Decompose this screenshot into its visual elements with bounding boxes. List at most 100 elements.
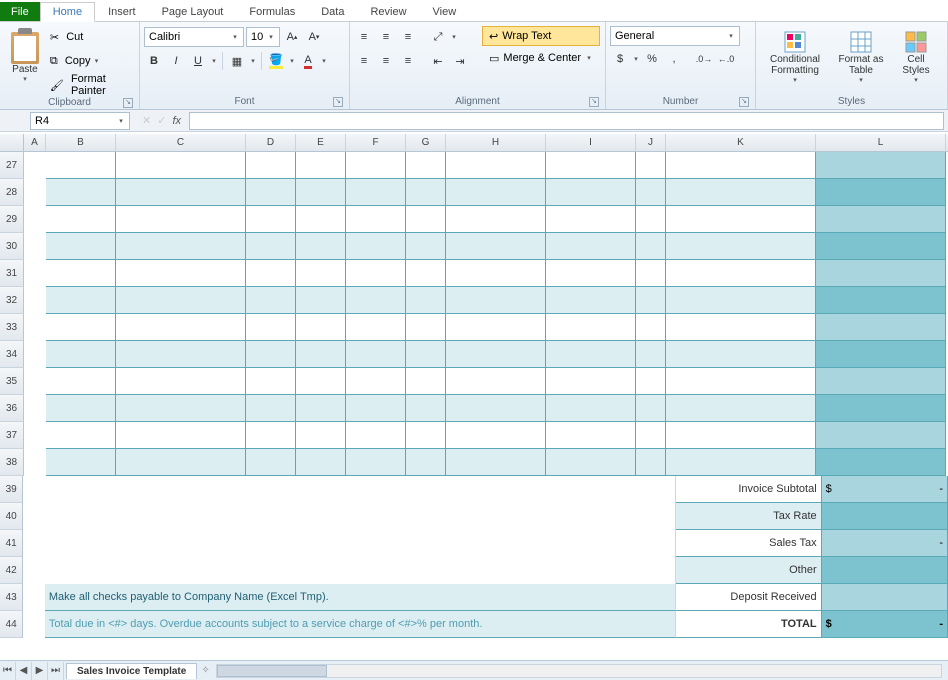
amount-cell[interactable] [816,341,946,368]
table-cell[interactable] [406,152,446,179]
table-cell[interactable] [346,287,406,314]
table-cell[interactable] [46,368,116,395]
row-header[interactable]: 39 [0,476,23,503]
table-cell[interactable] [666,341,816,368]
table-cell[interactable] [246,314,296,341]
table-cell[interactable] [666,179,816,206]
align-center-button[interactable]: ≡ [376,51,396,71]
cell[interactable] [24,368,46,395]
row-header[interactable]: 32 [0,287,24,314]
row-header[interactable]: 29 [0,206,24,233]
invoice-note[interactable]: Total due in <#> days. Overdue accounts … [45,611,647,638]
summary-label-sales_tax[interactable]: Sales Tax [676,530,822,557]
table-cell[interactable] [546,341,636,368]
table-cell[interactable] [636,341,666,368]
row-header[interactable]: 28 [0,179,24,206]
row-header[interactable]: 42 [0,557,23,584]
table-cell[interactable] [116,152,246,179]
clipboard-launcher[interactable]: ↘ [123,98,133,108]
decrease-decimal-button[interactable]: ←.0 [716,49,736,69]
table-cell[interactable] [246,179,296,206]
cell[interactable] [647,530,676,557]
row-header[interactable]: 37 [0,422,24,449]
amount-cell[interactable] [816,395,946,422]
summary-label-subtotal[interactable]: Invoice Subtotal [676,476,822,503]
spreadsheet-grid[interactable]: ABCDEFGHIJKL 27282930313233343536373839I… [0,134,948,660]
table-cell[interactable] [296,422,346,449]
table-cell[interactable] [246,341,296,368]
wrap-text-button[interactable]: ↩Wrap Text [482,26,600,46]
table-cell[interactable] [636,233,666,260]
column-header-B[interactable]: B [46,134,116,151]
cell[interactable] [24,422,46,449]
summary-label-tax_rate[interactable]: Tax Rate [676,503,822,530]
cell[interactable] [647,476,676,503]
amount-cell[interactable] [816,314,946,341]
table-cell[interactable] [116,395,246,422]
table-cell[interactable] [246,152,296,179]
table-cell[interactable] [446,422,546,449]
cell[interactable] [24,260,46,287]
sheet-nav-next[interactable]: ▶ [32,662,48,680]
cell[interactable] [24,341,46,368]
table-cell[interactable] [666,395,816,422]
paste-button[interactable]: Paste ▾ [4,24,46,90]
number-launcher[interactable]: ↘ [739,97,749,107]
table-cell[interactable] [296,314,346,341]
cell[interactable] [24,395,46,422]
table-cell[interactable] [246,233,296,260]
table-cell[interactable] [296,260,346,287]
table-cell[interactable] [406,341,446,368]
formula-input[interactable] [189,112,944,130]
summary-value-subtotal[interactable]: $- [822,476,948,503]
table-cell[interactable] [296,233,346,260]
table-cell[interactable] [546,368,636,395]
column-header-J[interactable]: J [636,134,666,151]
table-cell[interactable] [246,422,296,449]
column-header-C[interactable]: C [116,134,246,151]
cell[interactable] [23,584,45,611]
table-cell[interactable] [546,179,636,206]
table-cell[interactable] [296,368,346,395]
table-cell[interactable] [546,287,636,314]
table-cell[interactable] [406,206,446,233]
column-header-L[interactable]: L [816,134,946,151]
increase-indent-button[interactable]: ⇥ [450,51,470,71]
table-cell[interactable] [296,395,346,422]
table-cell[interactable] [46,179,116,206]
cell[interactable] [647,611,676,638]
table-cell[interactable] [296,449,346,476]
table-cell[interactable] [446,449,546,476]
tab-view[interactable]: View [420,2,470,21]
empty-cell[interactable] [45,503,647,530]
table-cell[interactable] [406,233,446,260]
summary-value-sales_tax[interactable]: - [822,530,948,557]
amount-cell[interactable] [816,287,946,314]
tab-formulas[interactable]: Formulas [236,2,308,21]
tab-review[interactable]: Review [357,2,419,21]
cell[interactable] [24,449,46,476]
amount-cell[interactable] [816,206,946,233]
table-cell[interactable] [406,314,446,341]
row-header[interactable]: 35 [0,368,24,395]
bold-button[interactable]: B [144,51,164,71]
table-cell[interactable] [636,179,666,206]
align-middle-button[interactable]: ≡ [376,27,396,47]
column-header-E[interactable]: E [296,134,346,151]
underline-button[interactable]: U [188,51,208,71]
orientation-button[interactable]: ⤢ [428,27,448,47]
cell[interactable] [24,152,46,179]
table-cell[interactable] [446,233,546,260]
table-cell[interactable] [446,260,546,287]
table-cell[interactable] [446,341,546,368]
row-header[interactable]: 40 [0,503,23,530]
cell[interactable] [647,584,676,611]
table-cell[interactable] [346,395,406,422]
table-cell[interactable] [116,422,246,449]
fx-icon[interactable]: fx [172,115,181,127]
table-cell[interactable] [636,368,666,395]
table-cell[interactable] [246,395,296,422]
row-header[interactable]: 44 [0,611,23,638]
row-header[interactable]: 27 [0,152,24,179]
cell[interactable] [24,233,46,260]
